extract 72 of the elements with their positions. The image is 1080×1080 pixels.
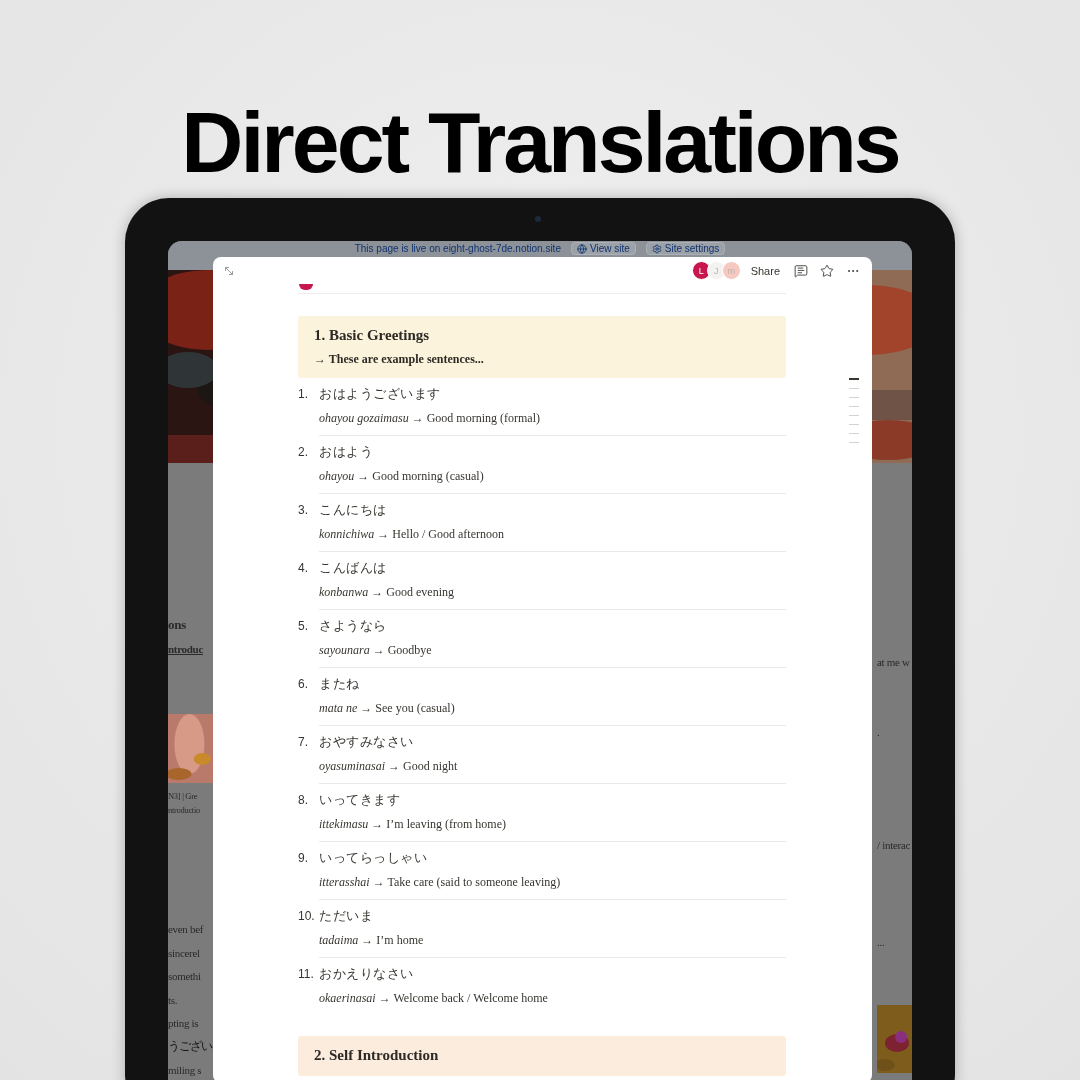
page-link[interactable]: ntroduc: [168, 641, 213, 657]
japanese-phrase: いってきます: [319, 792, 401, 809]
translation-text: ohayou gozaimasu → Good morning (formal): [319, 410, 541, 427]
list-number: 5.: [298, 618, 309, 635]
translation-text: oyasuminasai → Good night: [319, 758, 459, 775]
japanese-phrase: いってらっしゃい: [319, 850, 428, 867]
view-site-button[interactable]: View site: [570, 242, 636, 255]
headline: Direct Translations: [181, 96, 899, 188]
list-number: 1.: [298, 386, 309, 403]
section-title: 1. Basic Greetings: [314, 326, 431, 345]
expand-icon[interactable]: [223, 264, 235, 277]
share-button[interactable]: Share: [750, 264, 780, 277]
translation-text: sayounara → Goodbye: [319, 642, 433, 659]
japanese-phrase: おかえりなさい: [319, 966, 415, 983]
outline-mark[interactable]: [849, 378, 859, 380]
globe-icon: [576, 243, 587, 254]
body-text: somethi: [168, 969, 202, 984]
site-settings-button[interactable]: Site settings: [645, 242, 726, 255]
body-text: ...: [877, 935, 886, 950]
japanese-phrase: ただいま: [319, 908, 374, 925]
japanese-phrase: おやすみなさい: [319, 734, 415, 751]
japanese-phrase: さようなら: [319, 618, 388, 635]
list-number: 10.: [298, 908, 316, 925]
body-text: / interac: [877, 838, 912, 853]
banner-text: This page is live on eight-ghost-7de.notion.site: [354, 242, 561, 255]
translation-text: tadaima → I’m home: [319, 932, 425, 949]
japanese-phrase: こんばんは: [319, 560, 388, 577]
settings-icon: [651, 243, 662, 254]
outline-mark[interactable]: [849, 405, 859, 407]
list-number: 8.: [298, 792, 309, 809]
translation-text: konbanwa → Good evening: [319, 584, 455, 601]
japanese-phrase: おはようございます: [319, 386, 442, 403]
translation-text: mata ne → See you (casual): [319, 700, 456, 717]
camera-icon: [535, 216, 541, 222]
avatar: L: [691, 261, 711, 280]
translation-text: itterasshai → Take care (said to someone leaving): [319, 874, 562, 891]
list-number: 3.: [298, 502, 309, 519]
body-text: sincerel: [168, 946, 201, 961]
comment-icon[interactable]: [794, 263, 808, 278]
body-text: even bef: [168, 922, 205, 937]
page-icon: [299, 284, 313, 290]
body-text: .: [877, 725, 881, 740]
list-number: 4.: [298, 560, 309, 577]
list-number: 7.: [298, 734, 309, 751]
outline-mark[interactable]: [849, 414, 859, 416]
list-number: 6.: [298, 676, 309, 693]
translation-text: okaerinasai → Welcome back / Welcome home: [319, 990, 549, 1007]
japanese-phrase: こんにちは: [319, 502, 388, 519]
section-subtitle: → These are example sentences...: [314, 351, 485, 367]
translation-text: ohayou → Good morning (casual): [319, 468, 485, 485]
translation-text: ittekimasu → I’m leaving (from home): [319, 816, 507, 833]
list-number: 11.: [298, 966, 315, 983]
translation-text: konnichiwa → Hello / Good afternoon: [319, 526, 505, 543]
card-caption: N3] | Gre: [168, 790, 199, 803]
card-caption: ntroductio: [168, 804, 201, 817]
section-title: 2. Self Introduction: [314, 1046, 440, 1065]
body-text: pting is: [168, 1016, 200, 1031]
japanese-phrase: またね: [319, 676, 361, 693]
outline-mark[interactable]: [849, 441, 859, 443]
body-text: うござい: [168, 1038, 213, 1054]
outline-mark[interactable]: [849, 423, 859, 425]
list-number: 2.: [298, 444, 309, 461]
outline-mark[interactable]: [849, 396, 859, 398]
page-heading: ons: [168, 617, 187, 633]
list-number: 9.: [298, 850, 309, 867]
body-text: at me w: [877, 655, 911, 670]
japanese-phrase: おはよう: [319, 444, 374, 461]
body-text: miling s: [168, 1063, 203, 1078]
body-text: ts.: [168, 993, 179, 1008]
outline-mark[interactable]: [849, 387, 859, 389]
star-icon[interactable]: [820, 263, 834, 278]
outline-mark[interactable]: [849, 432, 859, 434]
